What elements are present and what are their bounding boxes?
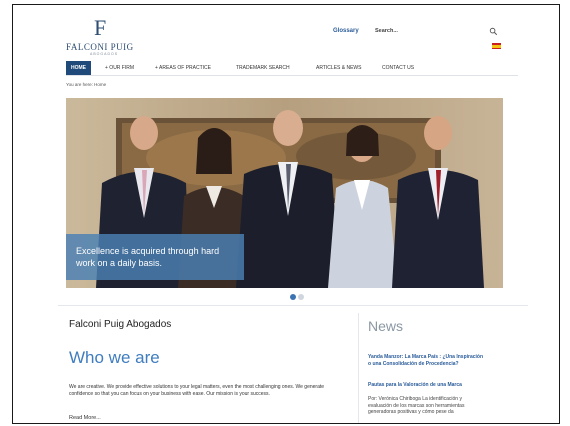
hero-caption-text: Excellence is acquired through hard work… xyxy=(76,246,220,268)
browser-frame: F FALCONI PUIG ABOGADOS Glossary Search.… xyxy=(12,4,560,424)
section-title: Who we are xyxy=(69,348,160,367)
logo-subtitle: ABOGADOS xyxy=(90,52,119,56)
read-more-link[interactable]: Read More... xyxy=(69,415,101,421)
glossary-link[interactable]: Glossary xyxy=(333,28,359,34)
divider xyxy=(58,305,528,306)
column-divider xyxy=(358,313,359,423)
logo-text: FALCONI PUIG xyxy=(66,42,134,52)
svg-text:F: F xyxy=(94,15,106,40)
news-heading: News xyxy=(368,318,404,334)
nav-trademark-search[interactable]: TRADEMARK SEARCH xyxy=(236,61,290,75)
main-nav: HOME + OUR FIRM + AREAS OF PRACTICE TRAD… xyxy=(66,61,518,76)
about-paragraph: We are creative. We provide effective so… xyxy=(69,384,325,397)
firm-title: Falconi Puig Abogados xyxy=(69,319,172,330)
slide-dot-2[interactable] xyxy=(298,294,304,300)
news-item-excerpt: Por: Verónica Chiriboga La identificació… xyxy=(368,396,465,415)
page: F FALCONI PUIG ABOGADOS Glossary Search.… xyxy=(58,5,528,423)
slider-pagination xyxy=(290,294,310,302)
site-logo[interactable]: F FALCONI PUIG ABOGADOS xyxy=(66,15,146,56)
news-item-link[interactable]: Pautas para la Valoración de una Marca xyxy=(368,382,486,389)
hero-slider[interactable]: Excellence is acquired through hard work… xyxy=(66,98,503,288)
nav-contact-us[interactable]: CONTACT US xyxy=(382,61,414,75)
spain-flag-icon[interactable] xyxy=(492,43,501,49)
breadcrumb: You are here: Home xyxy=(66,82,107,87)
logo-mark-icon: F xyxy=(94,15,106,40)
nav-our-firm[interactable]: + OUR FIRM xyxy=(105,61,134,75)
nav-home[interactable]: HOME xyxy=(66,61,91,75)
hero-caption: Excellence is acquired through hard work… xyxy=(66,234,244,280)
search-input[interactable]: Search... xyxy=(372,26,502,38)
nav-areas-of-practice[interactable]: + AREAS OF PRACTICE xyxy=(155,61,211,75)
search-icon[interactable] xyxy=(489,27,498,36)
slide-dot-1[interactable] xyxy=(290,294,296,300)
news-item-link[interactable]: Yanda Manzor: La Marca País : ¿Una Inspi… xyxy=(368,354,486,367)
nav-articles-news[interactable]: ARTICLES & NEWS xyxy=(316,61,361,75)
search-placeholder: Search... xyxy=(375,28,398,34)
